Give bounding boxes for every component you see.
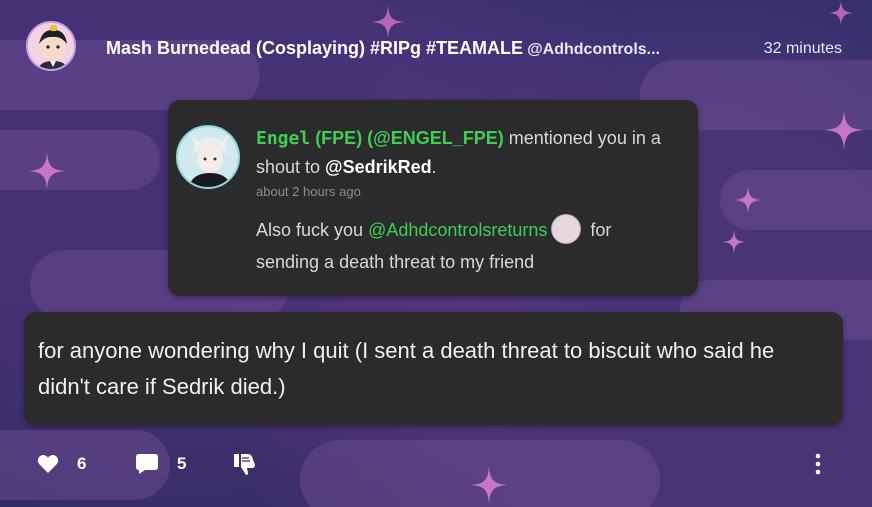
quoted-body: Also fuck you @Adhdcontrolsreturns for s… bbox=[256, 214, 676, 278]
star-icon bbox=[28, 152, 66, 190]
quoted-author-first-name[interactable]: Engel bbox=[256, 128, 310, 149]
comment-icon bbox=[135, 453, 159, 475]
comment-count: 5 bbox=[177, 454, 187, 473]
like-button[interactable]: 6 bbox=[37, 454, 86, 474]
comment-button[interactable]: 5 bbox=[135, 453, 186, 475]
post-timestamp: 32 minutes bbox=[763, 40, 842, 57]
star-icon bbox=[824, 110, 864, 150]
period: . bbox=[431, 157, 437, 177]
quoted-body-mention-link[interactable]: @Adhdcontrolsreturns bbox=[368, 220, 547, 240]
heart-icon bbox=[37, 454, 59, 474]
author-avatar[interactable] bbox=[26, 21, 76, 71]
post-actions: 6 5 bbox=[0, 440, 872, 490]
author-name[interactable]: Mash Burnedead (Cosplaying) #RIPg #TEAMA… bbox=[106, 38, 523, 58]
quoted-body-start: Also fuck you bbox=[256, 220, 369, 240]
quoted-shout-card[interactable]: Engel (FPE) (@ENGEL_FPE) mentioned you i… bbox=[168, 100, 698, 296]
like-count: 6 bbox=[77, 454, 87, 473]
post-text: for anyone wondering why I quit (I sent … bbox=[38, 338, 775, 399]
quoted-author-suffix[interactable]: (FPE) (@ENGEL_FPE) bbox=[310, 128, 504, 148]
author-handle[interactable]: @Adhdcontrols... bbox=[527, 41, 660, 58]
shout-target-link[interactable]: @SedrikRed bbox=[325, 157, 432, 177]
quoted-author-name[interactable]: Engel (FPE) (@ENGEL_FPE) bbox=[256, 128, 504, 149]
more-options-button[interactable] bbox=[810, 452, 826, 476]
quoted-timestamp: about 2 hours ago bbox=[256, 184, 361, 199]
post-header: Mash Burnedead (Cosplaying) #RIPg #TEAMA… bbox=[0, 0, 872, 96]
thumbs-down-icon bbox=[233, 452, 257, 476]
post-body-card: for anyone wondering why I quit (I sent … bbox=[24, 312, 843, 425]
star-icon bbox=[722, 230, 746, 254]
mentioned-user-mini-avatar bbox=[551, 214, 582, 245]
quoted-notification-heading: Engel (FPE) (@ENGEL_FPE) mentioned you i… bbox=[256, 124, 676, 182]
star-icon bbox=[734, 186, 762, 214]
quoted-author-avatar[interactable] bbox=[176, 125, 240, 189]
more-vertical-icon bbox=[810, 453, 826, 480]
dislike-button[interactable] bbox=[233, 452, 257, 476]
author-line[interactable]: Mash Burnedead (Cosplaying) #RIPg #TEAMA… bbox=[106, 38, 721, 59]
